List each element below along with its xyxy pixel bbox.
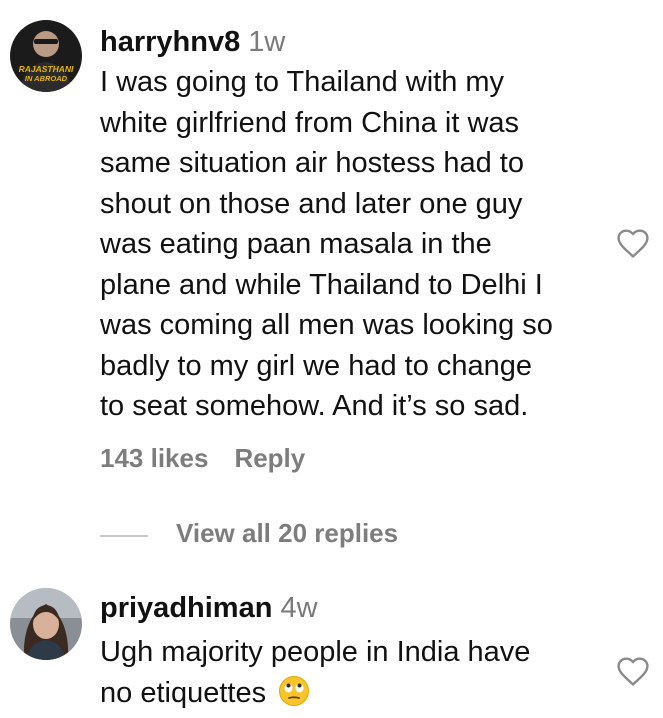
comment-text-line: I was going to Thailand with my bbox=[100, 66, 505, 98]
face-with-rolling-eyes-emoji bbox=[278, 675, 310, 707]
comment-text-line: white girlfriend from China it was bbox=[100, 106, 520, 139]
comment-text-line-with-emoji: no etiquettes bbox=[100, 673, 600, 714]
comment-text-line: no etiquettes bbox=[100, 676, 267, 709]
heart-outline-icon[interactable] bbox=[614, 654, 652, 690]
comment-header: harryhnv8 1w bbox=[100, 24, 285, 60]
avatar-badge-line-1: RAJASTHANI bbox=[19, 64, 74, 74]
avatar[interactable] bbox=[10, 588, 82, 660]
avatar[interactable]: RAJASTHANI IN ABROAD bbox=[10, 20, 82, 92]
comment-text-line: was eating paan masala in the bbox=[100, 228, 492, 260]
heart-outline-icon[interactable] bbox=[614, 226, 652, 262]
comment-header: priyadhiman 4w bbox=[100, 590, 318, 626]
comment-text: Ugh majority people in India have no eti… bbox=[100, 632, 600, 713]
comment-text-line: shout on those and later one guy bbox=[100, 187, 523, 220]
comment-actions: 143 likes Reply bbox=[100, 443, 331, 474]
username[interactable]: priyadhiman bbox=[100, 592, 272, 624]
comment-text-line: to seat somehow. And it’s so sad. bbox=[100, 390, 529, 422]
comment-text: I was going to Thailand with my white gi… bbox=[100, 62, 600, 427]
replies-divider bbox=[100, 535, 148, 537]
avatar-badge-line-2: IN ABROAD bbox=[25, 74, 68, 83]
username[interactable]: harryhnv8 bbox=[100, 26, 240, 58]
timestamp: 4w bbox=[280, 592, 318, 624]
comment-text-line: same situation air hostess had to bbox=[100, 147, 524, 179]
timestamp: 1w bbox=[248, 26, 286, 58]
comment-text-line: was coming all men was looking so bbox=[100, 309, 553, 341]
reply-button[interactable]: Reply bbox=[234, 443, 305, 473]
comment-text-line: badly to my girl we had to change bbox=[100, 349, 533, 382]
view-replies-label: View all 20 replies bbox=[176, 518, 399, 548]
comment-text-line: plane and while Thailand to Delhi I bbox=[100, 268, 543, 301]
comment-text-line: Ugh majority people in India have bbox=[100, 636, 531, 668]
likes-count[interactable]: 143 likes bbox=[100, 443, 208, 473]
